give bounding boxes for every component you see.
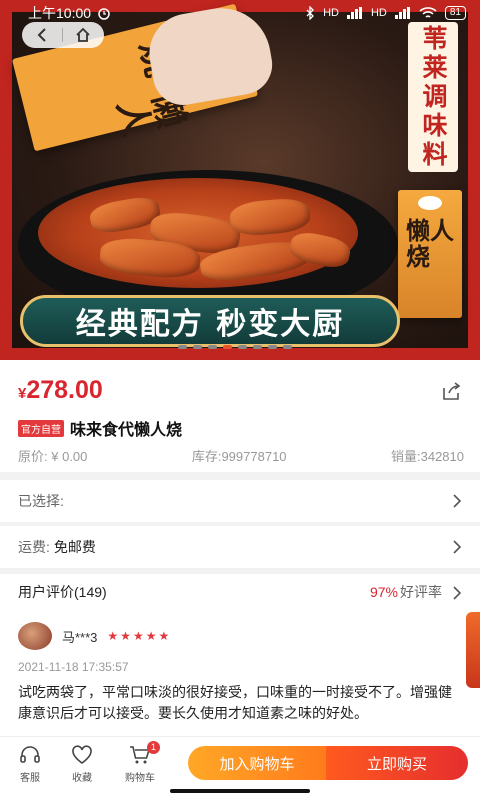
headset-icon bbox=[20, 746, 40, 763]
cart-button[interactable]: 1 购物车 bbox=[118, 741, 162, 784]
shipping-value: 免邮费 bbox=[53, 539, 96, 555]
customer-service-label: 客服 bbox=[20, 773, 40, 784]
carousel-dot[interactable] bbox=[253, 345, 262, 349]
carousel-dot[interactable] bbox=[283, 345, 292, 349]
network-label-1: HD bbox=[323, 7, 339, 19]
reviews-title: 用户评价(149) bbox=[18, 584, 107, 600]
brand-vertical-title-text: 苇莱调味料 bbox=[419, 24, 448, 170]
share-icon[interactable] bbox=[440, 380, 462, 402]
signal-icon bbox=[346, 7, 362, 19]
review-date: 2021-11-18 17:35:57 bbox=[18, 660, 129, 674]
alarm-icon bbox=[98, 8, 110, 20]
product-meta: 原价: ¥ 0.00 库存:999778710 销量:342810 bbox=[18, 446, 464, 465]
bluetooth-icon bbox=[306, 6, 315, 20]
frame-border bbox=[0, 348, 480, 360]
cart-label: 购物车 bbox=[125, 773, 155, 784]
carousel-indicator bbox=[178, 345, 292, 349]
positive-rate: 97% 好评率 bbox=[370, 582, 462, 602]
add-to-cart-button[interactable]: 加入购物车 bbox=[188, 746, 326, 780]
home-button[interactable] bbox=[63, 22, 103, 48]
reviews-header[interactable]: 用户评价(149) 97% 好评率 bbox=[18, 582, 462, 602]
status-time: 上午10:00 bbox=[28, 5, 92, 21]
product-image-carousel[interactable]: 懒人烧 苇莱调味料 懒人烧 经典配方 秒变大厨 bbox=[0, 0, 480, 360]
wifi-icon bbox=[419, 7, 437, 18]
reviewer-name: 马***3 bbox=[62, 629, 98, 645]
product-title-row: 官方自营 味来食代懒人烧 bbox=[18, 416, 182, 440]
reviews-section: 用户评价(149) 97% 好评率 马***3 ★★★★★ 2021-11-18… bbox=[0, 574, 480, 744]
sales-count: 销量:342810 bbox=[391, 449, 464, 464]
battery-indicator: 81 bbox=[444, 6, 466, 20]
favorite-button[interactable]: 收藏 bbox=[60, 745, 104, 784]
buy-now-button[interactable]: 立即购买 bbox=[326, 746, 468, 780]
frame-border bbox=[468, 0, 480, 360]
product-title: 味来食代懒人烧 bbox=[70, 422, 183, 439]
reviewer-row: 马***3 ★★★★★ bbox=[18, 622, 171, 650]
shipping-row[interactable]: 运费: 免邮费 bbox=[0, 526, 480, 568]
slogan-banner: 经典配方 秒变大厨 bbox=[20, 295, 400, 347]
cart-count-badge: 1 bbox=[147, 741, 160, 754]
brand-vertical-title: 苇莱调味料 bbox=[408, 22, 458, 172]
carousel-dot-active[interactable] bbox=[223, 345, 232, 349]
home-indicator bbox=[170, 789, 310, 793]
shipping-label: 运费: bbox=[18, 539, 50, 555]
price-value: 278.00 bbox=[26, 376, 103, 404]
stock-count: 库存:999778710 bbox=[191, 449, 287, 464]
official-badge: 官方自营 bbox=[18, 419, 64, 437]
selection-label: 已选择: bbox=[18, 493, 64, 509]
carousel-dot[interactable] bbox=[238, 345, 247, 349]
carousel-dot[interactable] bbox=[193, 345, 202, 349]
positive-rate-label: 好评率 bbox=[400, 584, 442, 600]
positive-rate-value: 97% bbox=[369, 584, 398, 600]
floating-side-tab[interactable] bbox=[466, 612, 480, 688]
home-icon bbox=[76, 27, 90, 42]
signal-icon bbox=[394, 7, 410, 19]
chevron-right-icon bbox=[453, 494, 462, 508]
favorite-label: 收藏 bbox=[72, 773, 92, 784]
chevron-right-icon bbox=[453, 540, 462, 554]
chevron-left-icon bbox=[37, 28, 46, 42]
carousel-dot[interactable] bbox=[208, 345, 217, 349]
product-price: ¥278.00 bbox=[18, 376, 103, 405]
seasoning-packet-right: 懒人烧 bbox=[398, 190, 462, 318]
packet-right-text: 懒人烧 bbox=[406, 216, 454, 271]
packet-logo bbox=[418, 196, 442, 210]
network-label-2: HD bbox=[370, 7, 387, 19]
original-price: 原价: ¥ 0.00 bbox=[18, 449, 88, 464]
review-text: 试吃两袋了，平常口味淡的很好接受，口味重的一时接受不了。增强健康意识后才可以接受… bbox=[18, 684, 452, 721]
avatar bbox=[18, 622, 52, 650]
carousel-dot[interactable] bbox=[268, 345, 277, 349]
back-button[interactable] bbox=[22, 22, 62, 48]
heart-icon bbox=[72, 745, 92, 764]
rating-stars: ★★★★★ bbox=[107, 629, 172, 643]
nav-capsule bbox=[22, 22, 104, 48]
chevron-right-icon bbox=[453, 586, 462, 600]
customer-service-button[interactable]: 客服 bbox=[8, 745, 52, 784]
carousel-dot[interactable] bbox=[178, 345, 187, 349]
frame-border bbox=[0, 0, 12, 360]
slogan-text: 经典配方 秒变大厨 bbox=[75, 307, 345, 342]
spec-selection-row[interactable]: 已选择: bbox=[0, 480, 480, 522]
